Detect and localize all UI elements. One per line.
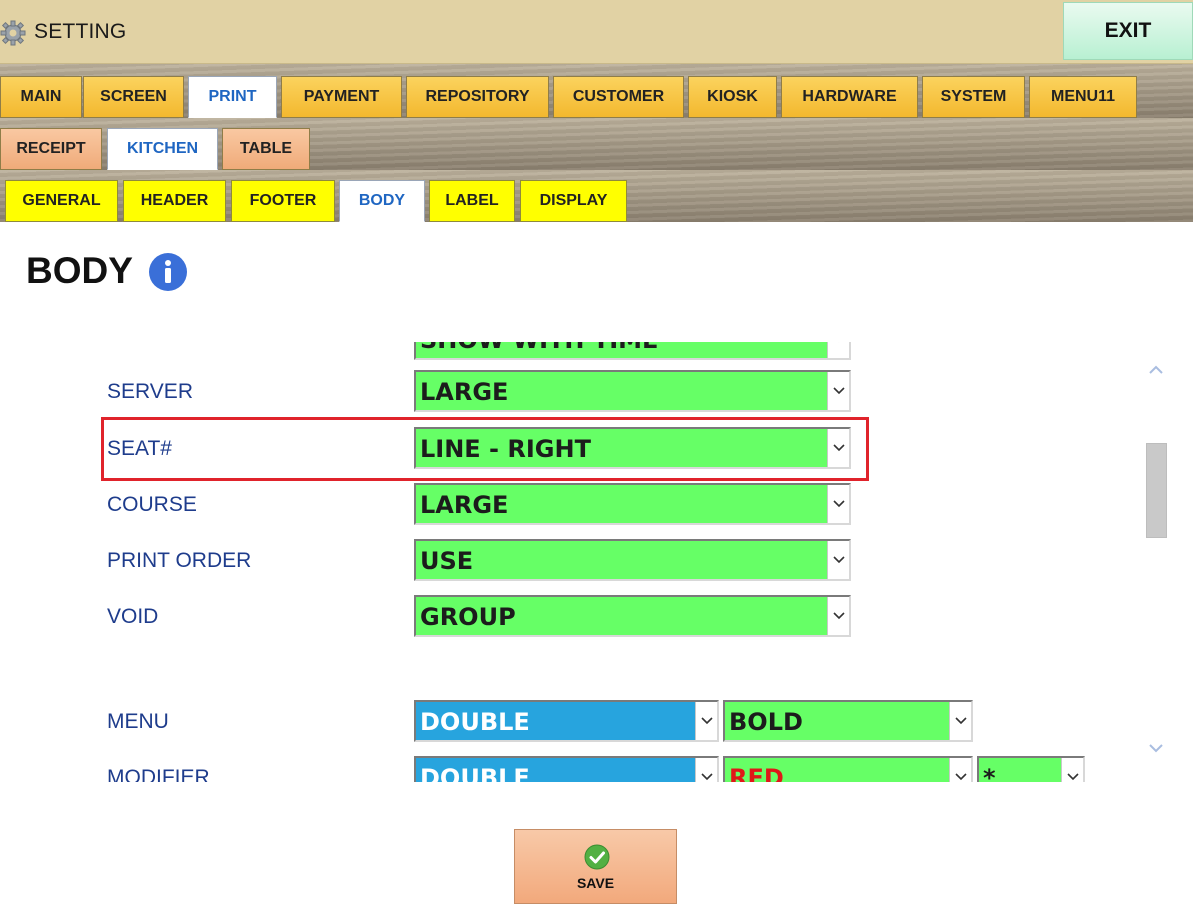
tab-menu11[interactable]: MENU11 <box>1029 76 1137 118</box>
partial-top-select[interactable]: SHOW WITH TIME <box>414 342 851 360</box>
chevron-down-icon <box>695 702 717 740</box>
tab-header[interactable]: HEADER <box>123 180 226 222</box>
tab-table[interactable]: TABLE <box>222 128 310 170</box>
chevron-down-icon <box>827 485 849 523</box>
tab-receipt[interactable]: RECEIPT <box>0 128 102 170</box>
kitchen-tab-bar: GENERAL HEADER FOOTER BODY LABEL DISPLAY <box>0 170 1193 222</box>
menu-label: MENU <box>107 710 169 733</box>
tab-display[interactable]: DISPLAY <box>520 180 627 222</box>
tab-general[interactable]: GENERAL <box>5 180 118 222</box>
modifier-size-select[interactable]: DOUBLE <box>414 756 719 782</box>
tab-print[interactable]: PRINT <box>188 76 277 118</box>
tab-screen[interactable]: SCREEN <box>83 76 184 118</box>
course-label: COURSE <box>107 493 197 516</box>
settings-form: SHOW WITH TIME SERVER LARGE SEAT# LINE -… <box>0 342 1140 782</box>
check-circle-icon <box>584 844 610 870</box>
tab-kiosk[interactable]: KIOSK <box>688 76 777 118</box>
exit-button[interactable]: EXIT <box>1063 2 1193 60</box>
seat-label: SEAT# <box>107 437 172 460</box>
tab-repository[interactable]: REPOSITORY <box>406 76 549 118</box>
tab-body[interactable]: BODY <box>339 180 425 222</box>
chevron-down-icon <box>949 702 971 740</box>
server-label: SERVER <box>107 380 193 403</box>
app-title: SETTING <box>34 20 127 43</box>
scrollbar-thumb[interactable] <box>1146 443 1167 538</box>
tab-footer[interactable]: FOOTER <box>231 180 335 222</box>
body-settings-panel: BODY SHOW WITH TIME SERVER LARGE SEAT# L… <box>0 222 1193 924</box>
chevron-down-icon <box>695 758 717 782</box>
print-order-label: PRINT ORDER <box>107 549 252 572</box>
course-select[interactable]: LARGE <box>414 483 851 525</box>
chevron-down-icon <box>827 429 849 467</box>
modifier-prefix-select[interactable]: * <box>977 756 1085 782</box>
chevron-down-icon <box>1061 758 1083 782</box>
modifier-label: MODIFIER <box>107 766 210 782</box>
tab-label[interactable]: LABEL <box>429 180 515 222</box>
tab-customer[interactable]: CUSTOMER <box>553 76 684 118</box>
void-select[interactable]: GROUP <box>414 595 851 637</box>
page-title: BODY <box>26 250 133 291</box>
chevron-down-icon <box>827 541 849 579</box>
save-label: SAVE <box>576 875 615 891</box>
chevron-down-icon <box>827 342 849 358</box>
menu-size-select[interactable]: DOUBLE <box>414 700 719 742</box>
modifier-color-select[interactable]: RED <box>723 756 973 782</box>
chevron-down-icon <box>949 758 971 782</box>
server-select[interactable]: LARGE <box>414 370 851 412</box>
chevron-up-icon[interactable] <box>1145 359 1167 381</box>
tab-kitchen[interactable]: KITCHEN <box>107 128 218 170</box>
tab-payment[interactable]: PAYMENT <box>281 76 402 118</box>
menu-style-select[interactable]: BOLD <box>723 700 973 742</box>
main-tab-bar: MAIN SCREEN PRINT PAYMENT REPOSITORY CUS… <box>0 64 1193 118</box>
tab-system[interactable]: SYSTEM <box>922 76 1025 118</box>
tab-main[interactable]: MAIN <box>0 76 82 118</box>
save-button[interactable]: SAVE <box>514 829 677 904</box>
title-bar: SETTING EXIT <box>0 0 1193 64</box>
gear-icon <box>0 20 26 46</box>
seat-select[interactable]: LINE - RIGHT <box>414 427 851 469</box>
info-icon[interactable] <box>148 252 188 292</box>
chevron-down-icon <box>827 372 849 410</box>
form-scrollbar[interactable] <box>1143 345 1169 775</box>
print-order-select[interactable]: USE <box>414 539 851 581</box>
tab-hardware[interactable]: HARDWARE <box>781 76 918 118</box>
print-tab-bar: RECEIPT KITCHEN TABLE <box>0 118 1193 170</box>
chevron-down-icon[interactable] <box>1145 737 1167 759</box>
chevron-down-icon <box>827 597 849 635</box>
void-label: VOID <box>107 605 159 628</box>
